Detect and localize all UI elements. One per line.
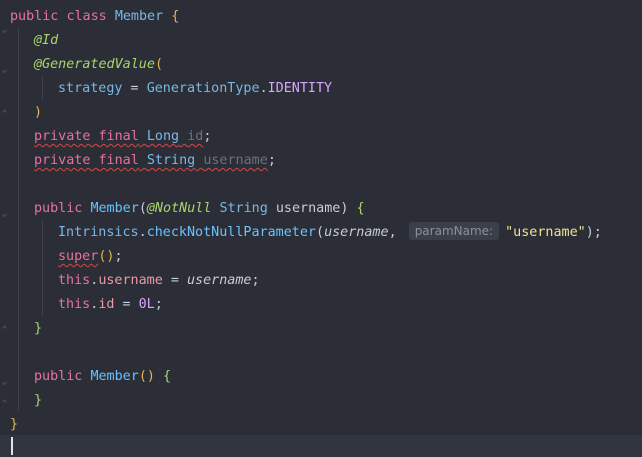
code-line-16[interactable]: public Member() {: [34, 365, 171, 389]
code-line-13[interactable]: this.id = 0L;: [58, 293, 163, 317]
code-line-18[interactable]: }: [10, 413, 18, 437]
code-line-12[interactable]: this.username = username;: [58, 269, 260, 293]
code-line-11[interactable]: super();: [58, 245, 123, 269]
code-line-2[interactable]: @Id: [34, 29, 58, 53]
fold-icon[interactable]: ⌄: [0, 24, 9, 36]
code-line-9[interactable]: public Member(@NotNull String username) …: [34, 197, 365, 221]
text-caret: [11, 437, 13, 455]
fold-icon[interactable]: ⌃: [0, 398, 9, 410]
code-line-3[interactable]: @GeneratedValue(: [34, 53, 163, 77]
code-line-6[interactable]: private final Long id;: [34, 125, 211, 149]
current-line-highlight: [0, 435, 642, 457]
code-line-17[interactable]: }: [34, 389, 42, 413]
code-line-5[interactable]: ): [34, 101, 42, 125]
code-line-14[interactable]: }: [34, 317, 42, 341]
gutter: ⌄ ⌄ ⌃ ⌄ ⌃ ⌄ ⌃: [0, 0, 10, 457]
indent-guide: [18, 28, 19, 410]
fold-icon[interactable]: ⌄: [0, 208, 9, 220]
code-line-10[interactable]: Intrinsics.checkNotNullParameter(usernam…: [58, 221, 602, 245]
fold-icon[interactable]: ⌃: [0, 108, 9, 120]
fold-icon[interactable]: ⌃: [0, 324, 9, 336]
fold-icon[interactable]: ⌄: [0, 64, 9, 76]
fold-icon[interactable]: ⌄: [0, 376, 9, 388]
indent-guide: [42, 76, 43, 100]
code-line-7[interactable]: private final String username;: [34, 149, 276, 173]
code-line-1[interactable]: public class Member {: [10, 5, 179, 29]
code-editor[interactable]: ⌄ ⌄ ⌃ ⌄ ⌃ ⌄ ⌃ public class Member { @Id …: [0, 0, 642, 457]
code-line-4[interactable]: strategy = GenerationType.IDENTITY: [58, 77, 332, 101]
param-hint: paramName:: [408, 222, 500, 240]
indent-guide: [42, 220, 43, 316]
